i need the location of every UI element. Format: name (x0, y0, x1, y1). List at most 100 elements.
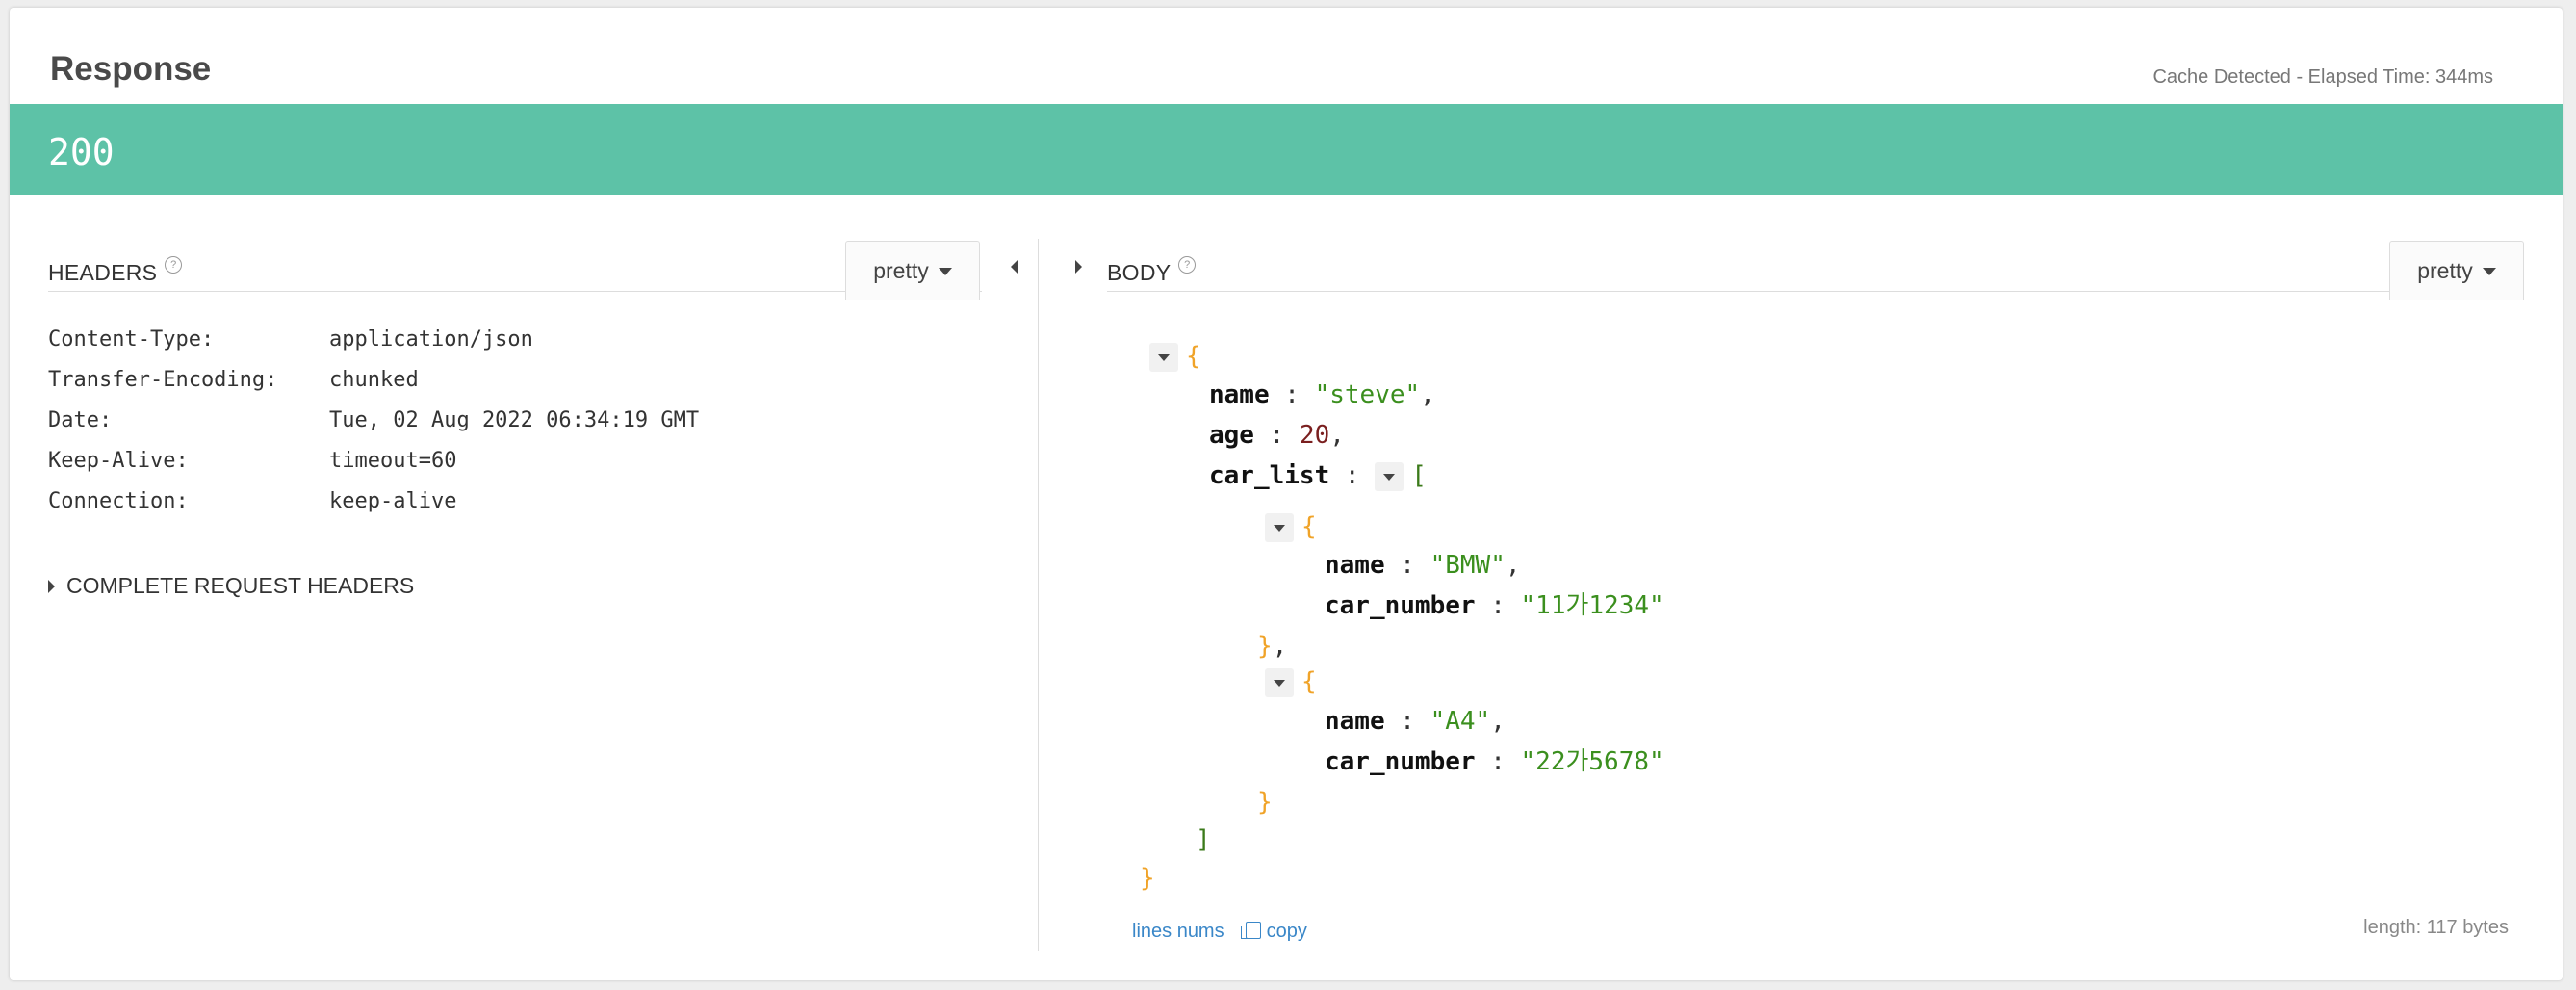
body-format-dropdown[interactable]: pretty (2389, 241, 2524, 300)
body-title-label: BODY (1107, 260, 1172, 285)
header-key: Connection: (48, 488, 189, 513)
json-line: name : "BMW", (1325, 548, 1521, 583)
json-line: } (1140, 861, 1155, 896)
json-key: car_list (1209, 461, 1330, 490)
headers-pane: HEADERS? pretty Content-Type: applicatio… (48, 231, 982, 599)
json-string: "22가5678" (1520, 747, 1664, 776)
complete-request-headers-label: COMPLETE REQUEST HEADERS (66, 573, 415, 598)
status-code: 200 (48, 131, 115, 173)
collapse-toggle-icon[interactable] (1149, 342, 1178, 372)
json-line: car_number : "11가1234" (1325, 588, 1664, 623)
headers-title: HEADERS? (48, 256, 183, 286)
json-brace: { (1186, 342, 1201, 371)
json-key: name (1325, 707, 1385, 736)
complete-request-headers-toggle[interactable]: COMPLETE REQUEST HEADERS (48, 573, 982, 599)
caret-left-icon (1011, 259, 1018, 274)
header-value: application/json (329, 326, 533, 352)
json-bracket: [ (1411, 461, 1427, 490)
collapse-toggle-icon[interactable] (1265, 667, 1294, 697)
json-line: ] (1196, 822, 1211, 857)
collapse-left-button[interactable] (1005, 252, 1024, 281)
json-comma: , (1420, 380, 1435, 409)
caret-right-icon (48, 579, 55, 593)
response-panel: Response Cache Detected - Elapsed Time: … (10, 8, 2563, 980)
json-line: { (1265, 664, 1317, 699)
json-key: car_number (1325, 591, 1476, 620)
header-key: Content-Type: (48, 326, 215, 352)
json-key: name (1325, 551, 1385, 580)
body-length: length: 117 bytes (2363, 917, 2509, 938)
json-colon: : (1384, 707, 1430, 736)
chevron-down-icon (2482, 267, 2496, 275)
json-string: "BMW" (1430, 551, 1506, 580)
status-bar: 200 (10, 104, 2563, 195)
json-comma: , (1505, 551, 1521, 580)
header-value: chunked (329, 367, 419, 392)
json-number: 20 (1299, 421, 1330, 450)
header-key: Date: (48, 407, 113, 432)
json-key: car_number (1325, 747, 1476, 776)
json-key: name (1209, 380, 1270, 409)
json-brace: { (1301, 667, 1317, 696)
json-line: car_number : "22가5678" (1325, 744, 1664, 779)
header-row: Connection: keep-alive (48, 481, 982, 521)
json-line: { (1265, 509, 1317, 544)
json-string: "A4" (1430, 707, 1491, 736)
chevron-down-icon (938, 267, 952, 275)
json-line: { (1149, 339, 1201, 374)
json-key: age (1209, 421, 1254, 450)
json-colon: : (1475, 591, 1521, 620)
caret-right-icon (1074, 260, 1082, 274)
collapse-toggle-icon[interactable] (1265, 512, 1294, 542)
headers-header: HEADERS? pretty (48, 231, 982, 300)
body-footer-links: lines nums copy (1132, 921, 1307, 943)
json-line: name : "steve", (1209, 378, 1435, 412)
collapse-right-button[interactable] (1069, 252, 1088, 281)
help-icon[interactable]: ? (165, 256, 183, 274)
help-icon[interactable]: ? (1178, 256, 1197, 274)
json-comma: , (1329, 421, 1345, 450)
header-key: Keep-Alive: (48, 448, 189, 473)
json-string: "11가1234" (1520, 591, 1664, 620)
header-key: Transfer-Encoding: (48, 367, 278, 392)
response-title: Response (50, 50, 212, 88)
header-value: timeout=60 (329, 448, 457, 473)
json-colon: : (1475, 747, 1521, 776)
json-line: } (1257, 785, 1273, 820)
json-string: "steve" (1314, 380, 1421, 409)
json-line: name : "A4", (1325, 704, 1506, 739)
lines-nums-link[interactable]: lines nums (1132, 921, 1224, 943)
header-value: keep-alive (329, 488, 457, 513)
json-colon: : (1384, 551, 1430, 580)
copy-label: copy (1266, 921, 1307, 942)
body-header: BODY? pretty (1107, 231, 2524, 300)
pane-divider (1038, 239, 1039, 951)
header-row: Content-Type: application/json (48, 319, 982, 359)
headers-list: Content-Type: application/json Transfer-… (48, 319, 982, 521)
body-pane: BODY? pretty { name : "steve", age : 20,… (1107, 231, 2524, 973)
json-line: age : 20, (1209, 418, 1345, 453)
headers-format-dropdown[interactable]: pretty (845, 241, 980, 300)
copy-icon (1240, 922, 1261, 939)
collapse-toggle-icon[interactable] (1375, 461, 1404, 491)
json-line: car_list : [ (1209, 458, 1427, 493)
json-brace: } (1257, 788, 1273, 817)
header-row: Keep-Alive: timeout=60 (48, 440, 982, 481)
json-brace: } (1257, 632, 1273, 661)
json-brace: { (1301, 512, 1317, 541)
json-colon: : (1269, 380, 1315, 409)
header-value: Tue, 02 Aug 2022 06:34:19 GMT (329, 407, 700, 432)
copy-link[interactable]: copy (1240, 921, 1307, 943)
json-bracket: ] (1196, 825, 1211, 854)
json-brace: } (1140, 864, 1155, 893)
elapsed-time: Cache Detected - Elapsed Time: 344ms (2152, 66, 2493, 88)
json-colon: : (1329, 461, 1376, 490)
json-colon: : (1253, 421, 1300, 450)
headers-title-label: HEADERS (48, 260, 158, 285)
body-format-label: pretty (2417, 258, 2473, 283)
json-comma: , (1490, 707, 1506, 736)
body-title: BODY? (1107, 256, 1197, 286)
header-row: Transfer-Encoding: chunked (48, 359, 982, 400)
json-comma: , (1272, 632, 1288, 661)
headers-format-label: pretty (873, 258, 929, 283)
